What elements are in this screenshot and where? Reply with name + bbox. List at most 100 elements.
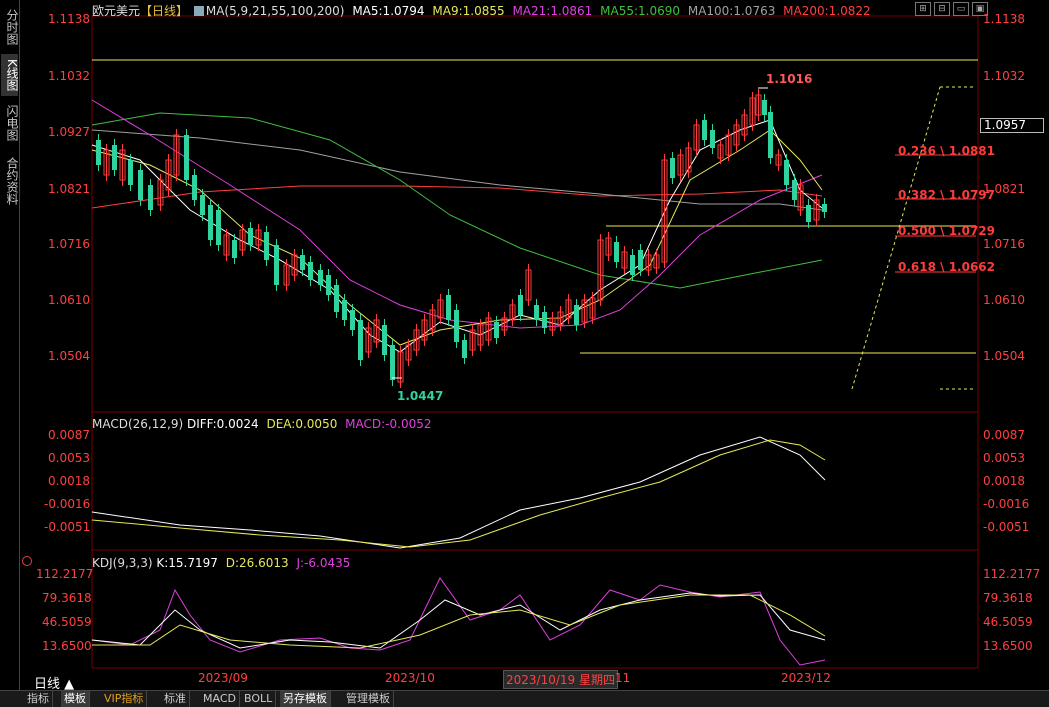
candle-down (518, 295, 523, 315)
time-label: 11 (615, 671, 631, 685)
macd-bar (336, 500, 338, 504)
macd-bar (450, 492, 452, 500)
macd-bar (162, 500, 164, 507)
macd-bar (762, 497, 764, 500)
macd-bar (168, 500, 170, 506)
candle-down (494, 322, 499, 338)
macd-diff: DIFF:0.0024 (186, 417, 259, 431)
macd-bar (522, 479, 524, 500)
macd-bar (474, 488, 476, 500)
macd-bar (258, 498, 260, 500)
kdj-right-tick: 46.5059 (983, 615, 1033, 629)
macd-bar (300, 500, 302, 505)
kdj-right-tick: 13.6500 (983, 639, 1033, 653)
macd-bar (204, 498, 206, 500)
candle-down (382, 325, 387, 355)
macd-bar (324, 500, 326, 505)
macd-right-tick: 0.0053 (983, 451, 1025, 465)
candle-down (274, 245, 279, 285)
macd-bar (144, 500, 146, 509)
tab-vip-indicator[interactable]: VIP指标 (101, 691, 148, 707)
right-price-tick: 1.1032 (983, 69, 1025, 83)
macd-bar (558, 473, 560, 500)
candle-down (326, 275, 331, 295)
candle-down (822, 204, 827, 212)
macd-bar (678, 465, 680, 500)
candle-down (112, 145, 117, 170)
macd-bar (810, 500, 812, 522)
candle-down (200, 195, 205, 215)
macd-tick: 0.0053 (48, 451, 90, 465)
candle-down (96, 140, 101, 165)
macd-bar (534, 477, 536, 500)
macd-bar (714, 456, 716, 500)
candle-down (792, 180, 797, 200)
macd-bar (156, 500, 158, 507)
macd-bar (234, 498, 236, 500)
chart-type-icon[interactable] (193, 6, 204, 16)
tab-template[interactable]: 模板 (61, 691, 90, 707)
tab-manage-template[interactable]: 管理模板 (343, 691, 394, 707)
tab-standard[interactable]: 标准 (161, 691, 190, 707)
layout-icon[interactable]: ⊞ (915, 2, 931, 16)
macd-bar (456, 491, 458, 500)
macd-bar (744, 481, 746, 500)
tab-indicator[interactable]: 指标 (24, 691, 53, 707)
macd-bar (486, 486, 488, 500)
macd-bar (216, 498, 218, 500)
macd-right-tick: -0.0016 (983, 497, 1030, 511)
period-label: 【日线】 (140, 4, 189, 18)
candle-down (446, 295, 451, 320)
tab-macd[interactable]: MACD (200, 691, 240, 707)
candle-down (208, 205, 213, 240)
macd-bar (192, 498, 194, 500)
kdj-d-line (92, 594, 826, 649)
macd-bar (270, 500, 272, 506)
price-tick: 1.1138 (48, 12, 90, 26)
macd-bar (738, 476, 740, 500)
candle-down (300, 255, 305, 270)
macd-bar (726, 465, 728, 500)
kdj-title: KDJ(9,3,3) (92, 556, 153, 570)
macd-bar (408, 500, 410, 502)
candle-down (574, 305, 579, 325)
tab-boll[interactable]: BOLL (241, 691, 277, 707)
macd-bar (798, 500, 800, 516)
macd-bar (432, 496, 434, 500)
macd-bar (132, 500, 134, 510)
macd-bar (462, 490, 464, 500)
macd-bar (588, 475, 590, 500)
candle-down (806, 205, 811, 222)
macd-bar (378, 500, 380, 503)
macd-bar (330, 500, 332, 504)
macd-bar (108, 500, 110, 513)
candle-down (342, 300, 347, 320)
macd-tick: -0.0051 (44, 520, 91, 534)
macd-bar (504, 483, 506, 500)
right-price-tick: 1.0716 (983, 237, 1025, 251)
kdj-tick: 79.3618 (42, 591, 92, 605)
macd-bar (624, 478, 626, 500)
macd-bar (510, 482, 512, 500)
tab-save-template[interactable]: 另存模板 (280, 691, 331, 707)
macd-bar (546, 475, 548, 500)
split-icon[interactable]: ⊟ (934, 2, 950, 16)
candle-down (670, 158, 675, 178)
header-legend: 欧元美元【日线】 MA(5,9,21,55,100,200) MA5:1.079… (92, 2, 871, 19)
price-tick: 1.0927 (48, 125, 90, 139)
candle-down (192, 175, 197, 200)
macd-bar (264, 500, 266, 506)
macd-bar (276, 500, 278, 506)
macd-bar (306, 500, 308, 505)
candle-down (248, 228, 253, 245)
chart-canvas[interactable] (0, 0, 1049, 690)
macd-bar (240, 498, 242, 500)
crosshair-date-label: 2023/10/19 星期四 (503, 670, 618, 689)
macd-bar (804, 500, 806, 519)
restore-icon[interactable]: ▭ (953, 2, 969, 16)
fib-0382: 0.382 \ 1.0797 (898, 188, 996, 202)
kdj-settings-icon[interactable] (22, 556, 32, 566)
ma100-value: MA100:1.0763 (687, 4, 776, 18)
macd-bar (648, 472, 650, 500)
macd-bar (756, 492, 758, 500)
